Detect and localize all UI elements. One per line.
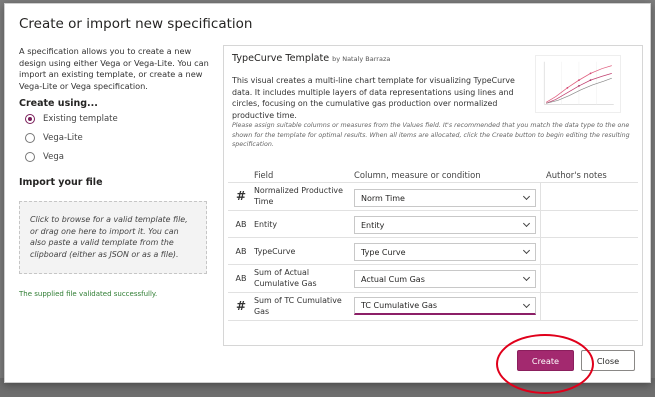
- field-name: Sum of TC Cumulative Gas: [254, 296, 342, 316]
- field-name: TypeCurve: [254, 247, 296, 256]
- row-divider: [228, 292, 638, 293]
- radio-unselected-icon[interactable]: [25, 132, 35, 143]
- column-select-entity[interactable]: Entity: [354, 216, 536, 234]
- radio-vega-lite[interactable]: Vega-Lite: [25, 128, 211, 147]
- header-column: Column, measure or condition: [354, 170, 481, 180]
- chevron-down-icon: [522, 192, 531, 201]
- row-divider: [228, 182, 638, 183]
- text-type-icon: AB: [235, 247, 247, 256]
- radio-label: Vega-Lite: [43, 132, 83, 143]
- radio-label: Existing template: [43, 113, 118, 124]
- left-pane: A specification allows you to create a n…: [19, 46, 211, 298]
- template-name: TypeCurve Template: [232, 53, 330, 64]
- column-divider: [540, 182, 541, 320]
- import-file-label: Import your file: [19, 177, 103, 188]
- template-description: This visual creates a multi-line chart t…: [232, 76, 515, 120]
- chevron-down-icon: [522, 219, 531, 228]
- template-title: TypeCurve Template by Nataly Barraza: [232, 53, 390, 64]
- chevron-down-icon: [522, 246, 531, 255]
- select-value: Norm Time: [361, 193, 405, 203]
- create-using-label: Create using...: [19, 98, 98, 109]
- field-name: Entity: [254, 220, 278, 229]
- select-value: TC Cumulative Gas: [361, 301, 438, 310]
- text-type-icon: AB: [235, 220, 247, 229]
- select-value: Actual Cum Gas: [361, 274, 425, 284]
- column-select-tc-cumulative-gas[interactable]: TC Cumulative Gas: [354, 297, 536, 315]
- intro-text: A specification allows you to create a n…: [19, 46, 209, 91]
- numeric-type-icon: #: [235, 189, 247, 203]
- template-author: by Nataly Barraza: [332, 55, 391, 63]
- text-type-icon: AB: [235, 274, 247, 283]
- dialog-title: Create or import new specification: [19, 16, 253, 32]
- validation-message: The supplied file validated successfully…: [19, 290, 158, 298]
- radio-vega[interactable]: Vega: [25, 147, 211, 166]
- column-select-actual-cum-gas[interactable]: Actual Cum Gas: [354, 270, 536, 288]
- header-notes: Author's notes: [546, 170, 607, 180]
- template-panel: TypeCurve Template by Nataly Barraza This…: [223, 45, 643, 346]
- numeric-type-icon: #: [235, 299, 247, 313]
- row-divider: [228, 237, 638, 238]
- file-dropzone[interactable]: Click to browse for a valid template fil…: [19, 201, 207, 274]
- template-instructions: Please assign suitable columns or measur…: [232, 122, 630, 149]
- radio-selected-icon[interactable]: [25, 113, 35, 124]
- chevron-down-icon: [522, 273, 531, 282]
- select-value: Entity: [361, 220, 385, 230]
- create-spec-dialog: Create or import new specification A spe…: [4, 3, 651, 383]
- chevron-down-icon: [522, 300, 531, 308]
- template-preview-thumbnail: [535, 55, 621, 113]
- red-highlight-circle: [496, 334, 594, 394]
- column-select-type-curve[interactable]: Type Curve: [354, 243, 536, 261]
- row-divider: [228, 320, 638, 321]
- row-divider: [228, 210, 638, 211]
- header-field: Field: [254, 170, 274, 180]
- radio-existing-template[interactable]: Existing template: [25, 109, 211, 128]
- row-divider: [228, 264, 638, 265]
- radio-unselected-icon[interactable]: [25, 151, 35, 162]
- column-select-norm-time[interactable]: Norm Time: [354, 189, 536, 207]
- select-value: Type Curve: [361, 247, 406, 257]
- field-name: Normalized Productive Time: [254, 186, 343, 206]
- radio-label: Vega: [43, 151, 64, 162]
- field-name: Sum of Actual Cumulative Gas: [254, 268, 317, 288]
